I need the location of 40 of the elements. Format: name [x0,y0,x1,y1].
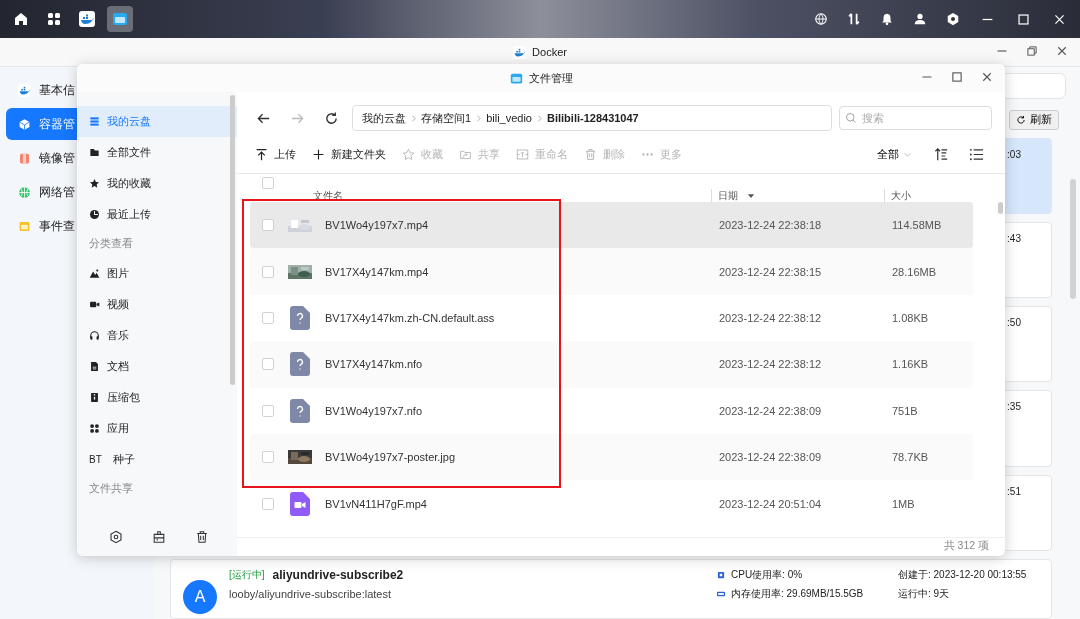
cpu-usage: CPU使用率: 0% [731,567,803,582]
file-date: 2023-12-24 22:38:09 [719,451,823,464]
file-date: 2023-12-24 20:51:04 [719,497,823,510]
created-time: :43 [1007,232,1021,244]
created-time: :50 [1007,317,1021,329]
file-size: 28.16MB [892,265,938,278]
avatar: A [183,579,217,614]
status-label: [运行中] [229,567,265,582]
container-name: aliyundrive-subscribe2 [272,567,404,582]
file-size: 751B [892,404,919,417]
image-name: looby/aliyundrive-subscribe:latest [229,587,393,600]
item-count: 共 312 项 [943,539,989,553]
file-date: 2023-12-24 22:38:15 [719,265,823,278]
uptime: 运行中: 9天 [898,586,951,601]
file-name: BV1Wo4y197x7-poster.jpg [325,451,457,464]
created-time: 创建于: 2023-12-20 00:13:55 [898,567,1027,582]
window-title: Docker [532,46,567,58]
created-time: :51 [1007,485,1021,497]
file-name: BV1Wo4y197x7.mp4 [325,219,430,232]
section-heading: 文件共享 [88,481,134,496]
created-time: :35 [1007,401,1021,413]
section-heading: 分类查看 [88,236,134,251]
file-size: 1.16KB [892,358,930,371]
file-name: BV17X4y147km.nfo [325,358,424,371]
bt-label: BT [89,454,100,465]
file-name: BV17X4y147km.mp4 [325,265,430,278]
file-date: 2023-12-24 22:38:12 [719,358,823,371]
file-size: 1.08KB [892,311,930,324]
file-size: 1MB [892,497,916,510]
window-title: 文件管理 [528,70,573,86]
file-size: 78.7KB [892,451,930,464]
file-date: 2023-12-24 22:38:12 [719,311,823,324]
file-size: 114.58MB [892,219,943,232]
created-time: :03 [1007,148,1021,160]
file-name: BV17X4y147km.zh-CN.default.ass [325,311,496,324]
memory-usage: 内存使用率: 29.69MB/15.5GB [731,586,864,601]
file-name: BV1vN411H7gF.mp4 [325,497,428,510]
file-date: 2023-12-24 22:38:18 [719,219,823,232]
file-name: BV1Wo4y197x7.nfo [325,404,424,417]
file-date: 2023-12-24 22:38:09 [719,404,823,417]
